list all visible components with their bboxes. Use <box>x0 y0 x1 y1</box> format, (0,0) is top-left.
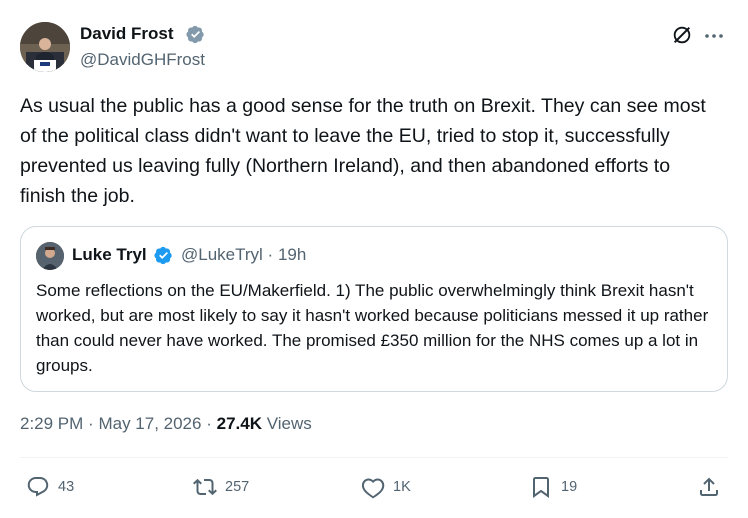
meta-separator: · <box>206 414 212 433</box>
quoted-author-name[interactable]: Luke Tryl <box>72 245 147 265</box>
quoted-avatar-image <box>36 242 64 270</box>
quoted-post-time[interactable]: 19h <box>278 245 306 264</box>
share-icon <box>700 477 718 496</box>
bookmark-count: 19 <box>561 479 578 495</box>
share-button[interactable] <box>697 474 721 500</box>
bookmark-icon <box>533 477 549 498</box>
quoted-author-avatar[interactable] <box>36 242 64 270</box>
post-text: As usual the public has a good sense for… <box>20 95 706 207</box>
post-date[interactable]: May 17, 2026 <box>98 414 201 433</box>
quoted-post-text: Some reflections on the EU/Makerfield. 1… <box>36 281 709 375</box>
reply-icon <box>27 477 49 497</box>
quoted-post[interactable]: Luke Tryl @LukeTryl · 19h Some reflectio… <box>20 226 728 392</box>
reply-count: 43 <box>58 479 75 495</box>
post-meta: 2:29 PM · May 17, 2026 · 27.4K Views <box>20 414 312 434</box>
meta-separator: · <box>88 414 94 433</box>
repost-button[interactable]: 257 <box>193 474 249 500</box>
repost-count: 257 <box>225 479 250 495</box>
quoted-author-meta: @LukeTryl · 19h <box>181 245 306 265</box>
author-avatar-image <box>20 22 70 72</box>
like-button[interactable]: 1K <box>361 474 411 500</box>
views-label: Views <box>266 414 312 433</box>
repost-icon <box>193 478 217 496</box>
author-avatar[interactable] <box>20 22 70 72</box>
post-time[interactable]: 2:29 PM <box>20 414 83 433</box>
like-count: 1K <box>393 479 411 495</box>
quoted-separator: · <box>267 245 274 264</box>
reply-button[interactable]: 43 <box>26 474 74 500</box>
views-count[interactable]: 27.4K <box>217 414 262 433</box>
more-icon[interactable] <box>704 33 724 39</box>
divider <box>20 457 728 458</box>
bookmark-button[interactable]: 19 <box>529 474 577 500</box>
verified-badge-icon <box>186 25 204 44</box>
author-name[interactable]: David Frost <box>80 24 174 44</box>
quoted-author-handle[interactable]: @LukeTryl <box>181 245 263 264</box>
grok-icon[interactable] <box>671 24 693 46</box>
heart-icon <box>361 478 385 499</box>
quoted-verified-badge-icon <box>154 246 172 265</box>
author-handle[interactable]: @DavidGHFrost <box>80 50 205 70</box>
